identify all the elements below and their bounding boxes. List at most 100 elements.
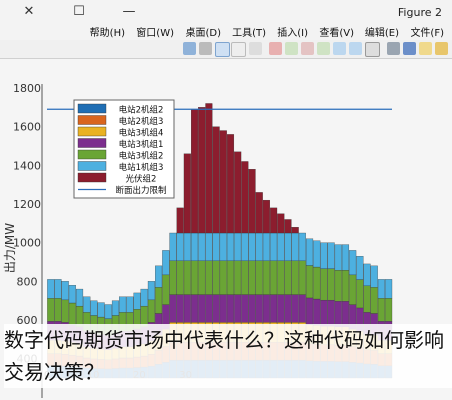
bar-segment xyxy=(320,268,328,301)
legend-label: 断面出力限制 xyxy=(115,185,166,196)
bar-segment xyxy=(385,298,393,322)
bar-segment xyxy=(205,294,213,323)
legend-label: 电站3机组2 xyxy=(119,151,164,162)
bar-segment xyxy=(306,297,314,325)
bar-segment xyxy=(313,240,321,268)
bar-segment xyxy=(226,134,235,234)
bar-segment xyxy=(255,260,263,295)
bar-segment xyxy=(104,304,112,319)
bar-segment xyxy=(291,260,299,295)
bar-segment xyxy=(205,232,213,261)
bar-segment xyxy=(183,260,191,295)
bar-segment xyxy=(291,227,299,234)
bar-segment xyxy=(226,294,235,323)
bar-segment xyxy=(255,294,263,323)
y-tick-label: 1800 xyxy=(13,82,41,95)
y-tick-label: 1600 xyxy=(13,121,41,134)
bar-segment xyxy=(176,207,184,234)
y-tick-label: 800 xyxy=(17,275,38,288)
bar-segment xyxy=(334,244,342,271)
bar-segment xyxy=(133,292,141,310)
bar-segment xyxy=(262,232,270,261)
bar-segment xyxy=(284,294,292,323)
legend-swatch xyxy=(77,138,107,148)
bar-segment xyxy=(155,287,163,314)
bar-segment xyxy=(205,103,213,234)
bar-segment xyxy=(61,299,69,323)
bar-segment xyxy=(313,298,321,326)
bar-segment xyxy=(291,294,299,323)
bar-segment xyxy=(169,260,177,295)
bar-segment xyxy=(306,265,314,299)
bar-segment xyxy=(370,287,378,314)
bar-segment xyxy=(248,232,256,261)
legend-label: 光伏组2 xyxy=(126,174,157,185)
bar-segment xyxy=(241,232,249,261)
bar-segment xyxy=(198,294,206,323)
bar-segment xyxy=(119,296,127,313)
bar-segment xyxy=(191,294,199,323)
bar-segment xyxy=(97,302,105,318)
legend-label: 电站1机组3 xyxy=(119,162,164,173)
y-tick-label: 1200 xyxy=(13,198,41,211)
bar-segment xyxy=(262,260,270,295)
bar-segment xyxy=(349,250,357,276)
bar-segment xyxy=(198,107,206,234)
bar-segment xyxy=(47,298,55,322)
bar-segment xyxy=(248,169,256,234)
overlay-caption: 数字代码期货市场中代表什么？这种代码如何影响交易决策？ xyxy=(4,324,452,388)
bar-segment xyxy=(284,219,292,234)
bar-segment xyxy=(68,302,76,325)
bar-segment xyxy=(147,299,155,323)
bar-segment xyxy=(277,294,285,323)
legend-label: 电站3机组4 xyxy=(119,128,164,139)
bar-segment xyxy=(219,260,227,295)
bar-segment xyxy=(270,260,278,295)
bar-segment xyxy=(277,213,285,234)
legend-label: 电站2机组3 xyxy=(119,116,164,127)
bar-segment xyxy=(226,232,235,261)
legend-swatch xyxy=(77,103,107,114)
legend-label: 电站3机组1 xyxy=(119,139,164,150)
bar-segment xyxy=(219,130,227,234)
y-tick-label: 1000 xyxy=(13,237,41,250)
bar-segment xyxy=(198,260,206,295)
bar-segment xyxy=(76,288,84,307)
bar-segment xyxy=(306,238,314,266)
bar-segment xyxy=(248,260,256,295)
bar-segment xyxy=(198,232,206,261)
bar-segment xyxy=(334,270,342,302)
bar-segment xyxy=(284,232,292,261)
bar-segment xyxy=(277,260,285,295)
bar-segment xyxy=(320,242,328,269)
bar-segment xyxy=(298,260,306,295)
bar-segment xyxy=(327,242,335,269)
bar-segment xyxy=(377,298,385,322)
bar-segment xyxy=(183,294,191,323)
bar-segment xyxy=(277,232,285,261)
bar-segment xyxy=(298,294,306,323)
bar-segment xyxy=(54,298,62,322)
bar-segment xyxy=(370,265,378,288)
bar-segment xyxy=(262,294,270,323)
bar-segment xyxy=(140,288,148,307)
bar-segment xyxy=(255,192,263,234)
bar-segment xyxy=(234,232,242,261)
bar-segment xyxy=(47,279,55,299)
bar-segment xyxy=(212,294,220,323)
bar-segment xyxy=(356,279,364,309)
bar-segment xyxy=(61,281,69,301)
bar-segment xyxy=(212,232,220,261)
bar-segment xyxy=(183,153,191,234)
bar-segment xyxy=(341,244,350,271)
bar-segment xyxy=(255,232,263,261)
bar-segment xyxy=(320,299,328,327)
bar-segment xyxy=(126,296,134,313)
bar-segment xyxy=(334,301,342,327)
bar-segment xyxy=(155,265,163,288)
bar-segment xyxy=(363,263,371,286)
bar-segment xyxy=(212,260,220,295)
bar-segment xyxy=(90,300,98,316)
legend-swatch xyxy=(77,149,107,160)
bar-segment xyxy=(183,232,191,261)
